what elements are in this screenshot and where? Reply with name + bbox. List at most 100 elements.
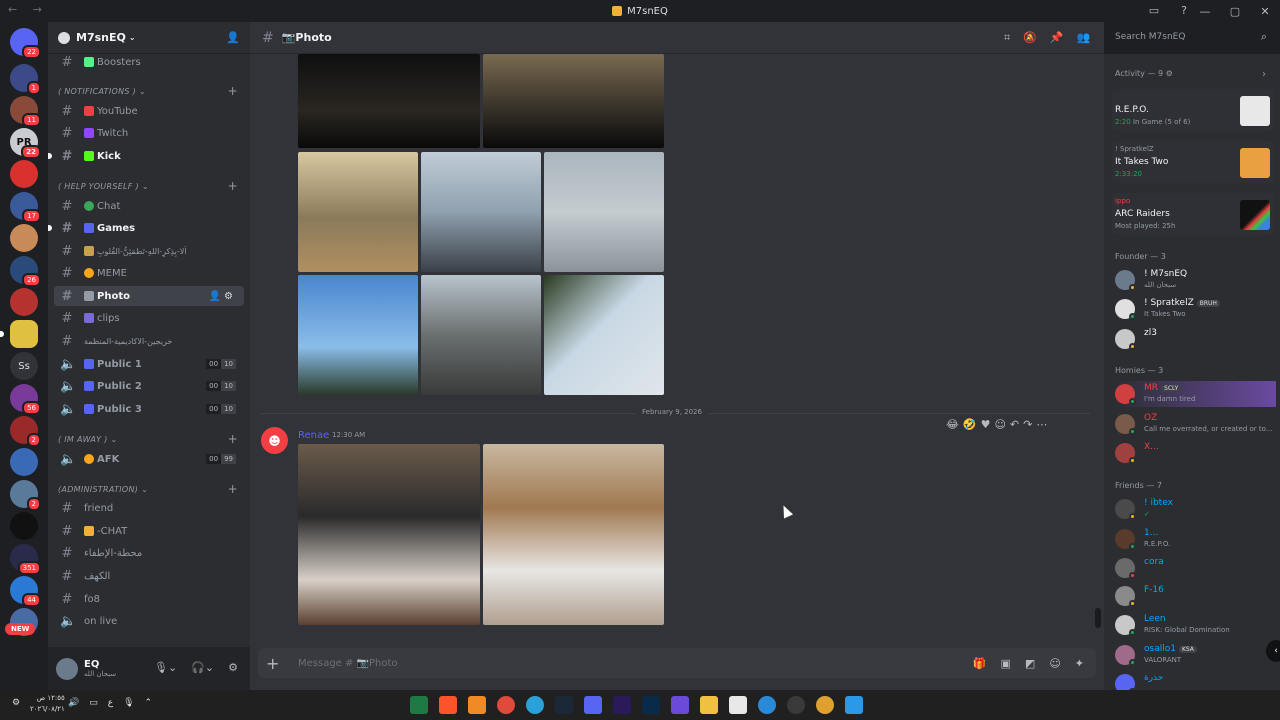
server-icon[interactable]: 44: [10, 576, 41, 607]
add-channel-icon[interactable]: +: [228, 482, 238, 496]
microphone-icon[interactable]: 🎙: [123, 698, 134, 708]
channel-chat[interactable]: # Chat: [54, 196, 244, 216]
member-item[interactable]: Leen RISK: Global Domination: [1112, 612, 1276, 638]
heart-icon[interactable]: ♥: [981, 418, 991, 431]
server-icon[interactable]: [10, 512, 38, 540]
add-member-icon[interactable]: 👤: [226, 31, 240, 44]
add-channel-icon[interactable]: +: [228, 179, 238, 193]
server-icon[interactable]: 2: [10, 480, 41, 511]
server-icon[interactable]: 17: [10, 192, 41, 223]
server-icon[interactable]: 351: [10, 544, 41, 575]
channel-fo8[interactable]: # fo8: [54, 589, 244, 609]
server-icon[interactable]: 1: [10, 64, 41, 95]
message-author[interactable]: Renae: [298, 430, 329, 441]
activity-card[interactable]: ! SpratkelZ It Takes Two 2:33:20: [1112, 141, 1274, 183]
voice-public-3[interactable]: 🔈 Public 3 00 10: [54, 399, 244, 419]
app-icon[interactable]: [787, 696, 805, 714]
app-icon[interactable]: [468, 696, 486, 714]
member-item[interactable]: OZ Call me overrated, or created or to...: [1112, 411, 1276, 437]
network-icon[interactable]: ▭: [89, 698, 98, 708]
discord-icon[interactable]: [584, 696, 602, 714]
search-input[interactable]: Search M7snEQ ⌕: [1107, 28, 1273, 47]
pin-icon[interactable]: 📌: [1050, 31, 1064, 45]
category-notifications[interactable]: ( NOTIFICATIONS ) ⌄ +: [58, 84, 244, 98]
inbox-icon[interactable]: ▭: [1147, 4, 1161, 18]
maximize-icon[interactable]: ▢: [1220, 0, 1250, 22]
nav-arrows-icon[interactable]: ← →: [8, 3, 48, 16]
member-item[interactable]: 1... R.E.P.O.: [1112, 526, 1276, 552]
channel-twitch[interactable]: # Twitch: [54, 123, 244, 143]
channel-games[interactable]: # Games: [48, 218, 244, 238]
member-item[interactable]: MR SCLY I'm damn tired: [1112, 381, 1276, 407]
scrollbar[interactable]: [1095, 608, 1101, 628]
channel-cave[interactable]: # الكهف: [54, 566, 244, 586]
forward-icon[interactable]: ↷: [1023, 418, 1032, 431]
attachment-image[interactable]: [298, 275, 418, 395]
chevron-right-icon[interactable]: ›: [1262, 69, 1266, 80]
minimize-icon[interactable]: —: [1190, 0, 1220, 22]
volume-icon[interactable]: 🔊: [68, 698, 79, 708]
voice-on-live[interactable]: 🔈 on live: [54, 611, 244, 631]
sticker-icon[interactable]: ◩: [1025, 657, 1035, 670]
attachment-image[interactable]: [298, 54, 480, 148]
server-icon[interactable]: [10, 288, 38, 316]
add-reaction-icon[interactable]: ☺: [994, 418, 1005, 431]
add-channel-icon[interactable]: +: [228, 84, 238, 98]
channel-friend[interactable]: # friend: [54, 498, 244, 518]
brave-icon[interactable]: [439, 696, 457, 714]
photoshop-icon[interactable]: [642, 696, 660, 714]
activity-card[interactable]: R.E.P.O. 2:20 In Game (5 of 6): [1112, 89, 1274, 131]
channel-fire-station[interactable]: # محطة-الإطفاء: [54, 543, 244, 563]
activity-card[interactable]: ippo ARC Raiders Most played: 25h: [1112, 193, 1274, 235]
settings-tray-icon[interactable]: ⚙: [12, 698, 20, 708]
member-item[interactable]: ! ibtex ✓: [1112, 496, 1276, 522]
attachment-image[interactable]: [421, 152, 541, 272]
channel-clips[interactable]: # clips: [54, 308, 244, 328]
voice-afk[interactable]: 🔈 AFK 00 99: [54, 449, 244, 469]
windows-start-icon[interactable]: [845, 696, 863, 714]
server-icon[interactable]: [10, 224, 38, 252]
member-item[interactable]: zl3: [1112, 326, 1276, 352]
app-icon[interactable]: [497, 696, 515, 714]
server-icon[interactable]: Ss: [10, 352, 38, 380]
steam-icon[interactable]: [555, 696, 573, 714]
channel-admin-chat[interactable]: # -CHAT: [54, 521, 244, 541]
member-item[interactable]: osallo1 KSA VALORANT: [1112, 642, 1276, 668]
server-icon[interactable]: [0, 320, 38, 348]
settings-icon[interactable]: 👤⚙: [209, 291, 236, 302]
telegram-icon[interactable]: [526, 696, 544, 714]
clock[interactable]: ١٢:٥٥ ص ٢٠٢٦/٠٨/٢١: [30, 693, 65, 715]
attachment-image[interactable]: [544, 275, 664, 395]
chevron-up-icon[interactable]: ⌃: [145, 698, 153, 708]
category-administration[interactable]: (ADMINISTRATION) ⌄ +: [58, 482, 244, 496]
avatar[interactable]: ☻: [261, 427, 288, 454]
attachment-image[interactable]: [298, 444, 480, 625]
add-channel-icon[interactable]: +: [228, 432, 238, 446]
member-item[interactable]: حذرة: [1112, 671, 1276, 690]
gear-icon[interactable]: ⚙: [228, 661, 238, 674]
server-header[interactable]: M7snEQ ⌄ 👤: [48, 22, 250, 54]
channel-graduates[interactable]: # خريجين-الاكاديمية-المنظمة: [54, 331, 244, 351]
channel-dhikr[interactable]: # اَلا-بِذِكرِ-اللهِ-تَطمَئِنُّ-القُلوبِ: [54, 241, 244, 261]
language-icon[interactable]: ع: [108, 698, 113, 708]
edge-icon[interactable]: [758, 696, 776, 714]
message-input[interactable]: + Message # 📷Photo 🎁 ▣ ◩ ☺ ✦: [258, 648, 1096, 678]
server-icon[interactable]: 56: [10, 384, 41, 415]
server-icon[interactable]: [10, 160, 38, 188]
direct-messages-icon[interactable]: 22: [10, 28, 41, 59]
channel-youtube[interactable]: # YouTube: [54, 101, 244, 121]
microphone-icon[interactable]: 🎙⌄: [154, 661, 177, 674]
channel-meme[interactable]: # MEME: [54, 263, 244, 283]
member-item[interactable]: ! SpratkelZ BRUH It Takes Two: [1112, 296, 1276, 322]
notifications-icon[interactable]: 🔕: [1023, 31, 1037, 45]
help-icon[interactable]: ?: [1177, 4, 1191, 18]
category-im-away[interactable]: ( IM AWAY ) ⌄ +: [58, 432, 244, 446]
more-icon[interactable]: ⋯: [1036, 418, 1047, 431]
add-attachment-icon[interactable]: +: [266, 654, 282, 673]
channel-photo[interactable]: # Photo 👤⚙: [54, 286, 244, 306]
member-item[interactable]: F-16: [1112, 583, 1276, 609]
server-icon[interactable]: PR 22: [10, 128, 41, 159]
server-icon[interactable]: 11: [10, 96, 41, 127]
emoji-icon[interactable]: ☺: [1049, 657, 1060, 670]
channel-boosters[interactable]: # Boosters: [54, 52, 244, 72]
